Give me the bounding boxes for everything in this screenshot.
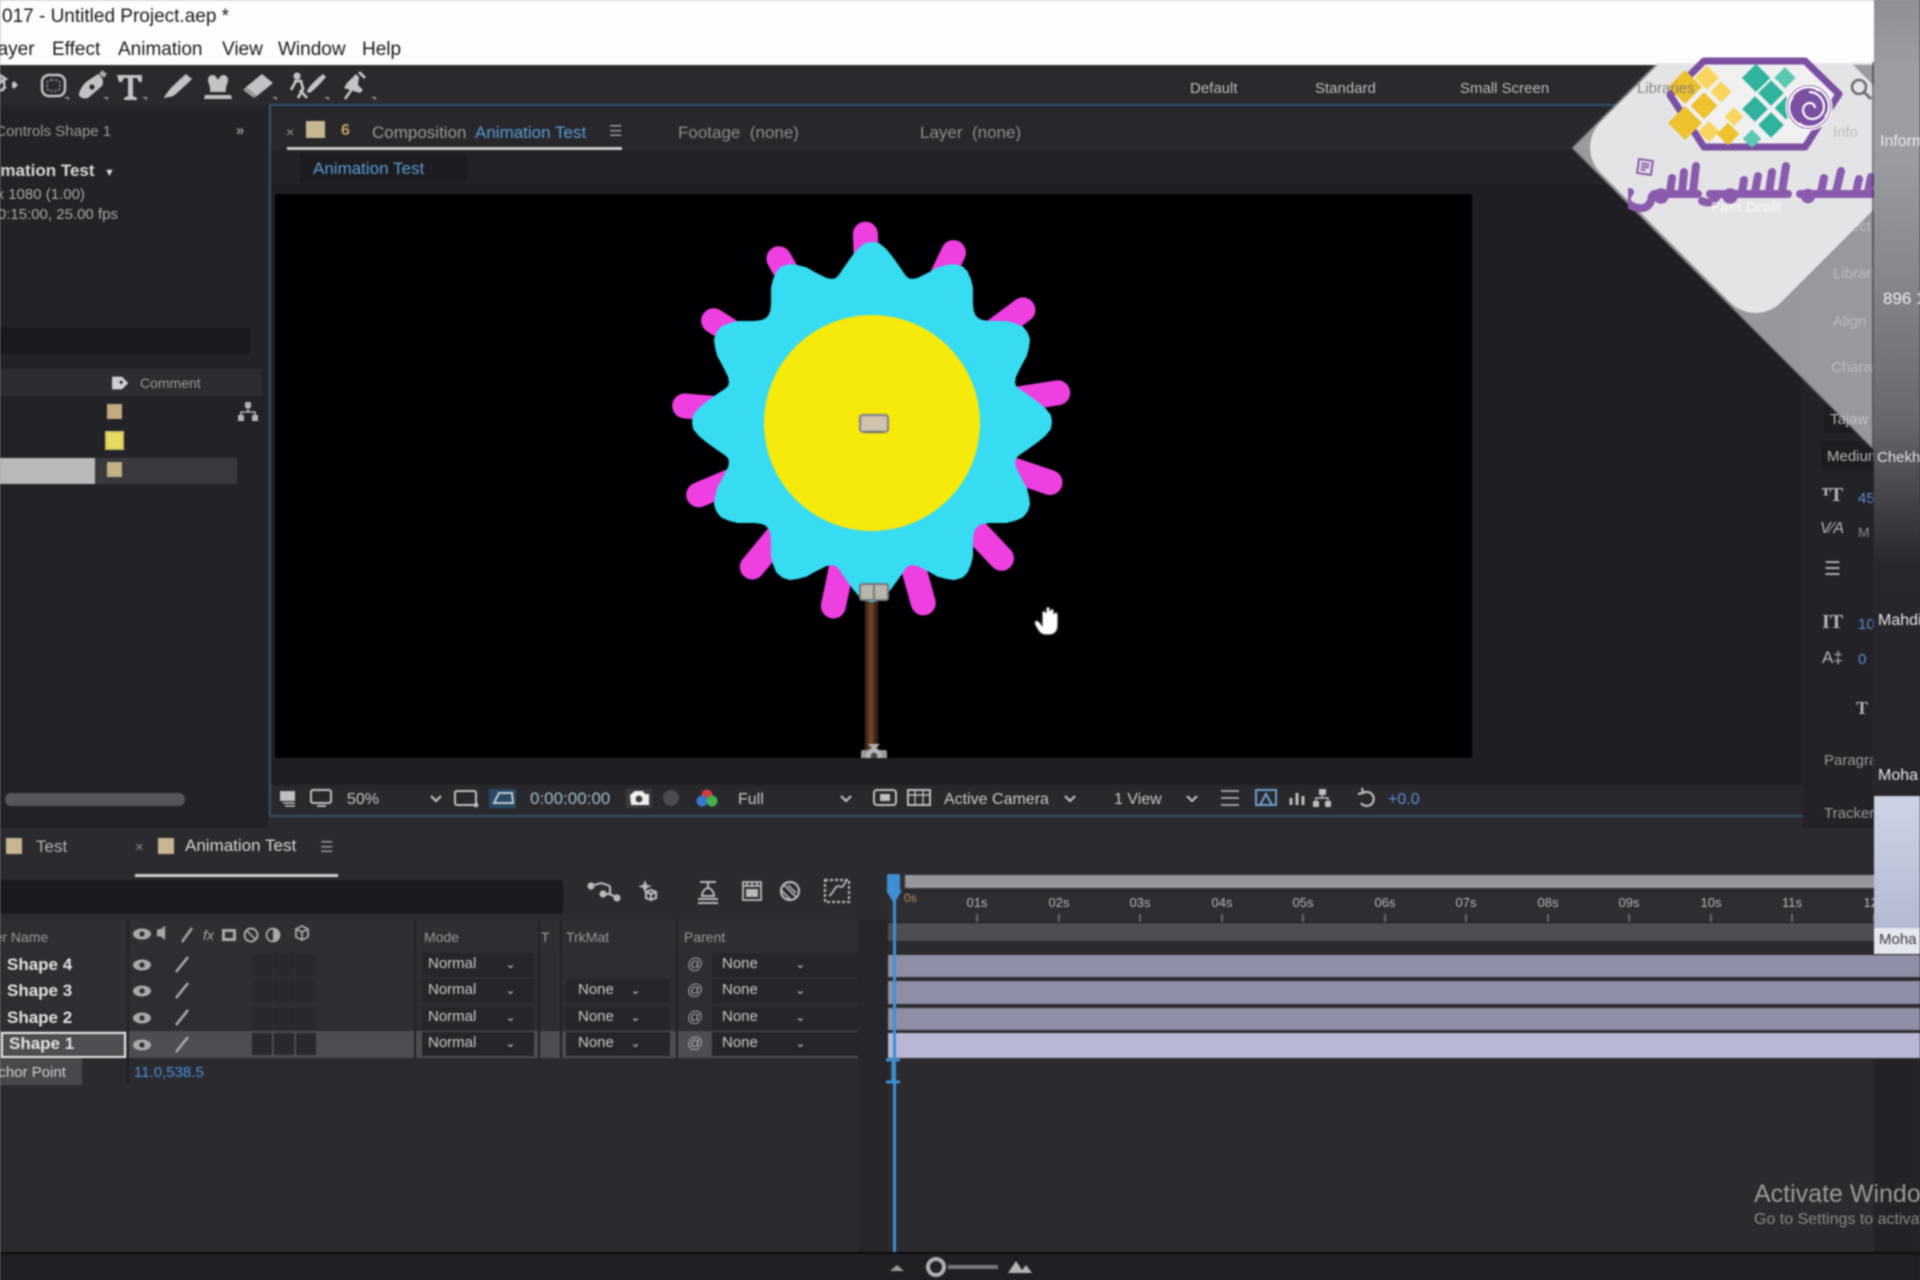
svg-text:fx: fx (203, 927, 215, 943)
svg-text:50%: 50% (347, 791, 379, 808)
svg-text:1 View: 1 View (1114, 791, 1162, 808)
svg-text:+0.0: +0.0 (1388, 791, 1420, 808)
svg-text:Active Camera: Active Camera (944, 791, 1049, 808)
svg-text:0:00:00:00: 0:00:00:00 (530, 789, 610, 808)
svg-text:Full: Full (738, 791, 764, 808)
